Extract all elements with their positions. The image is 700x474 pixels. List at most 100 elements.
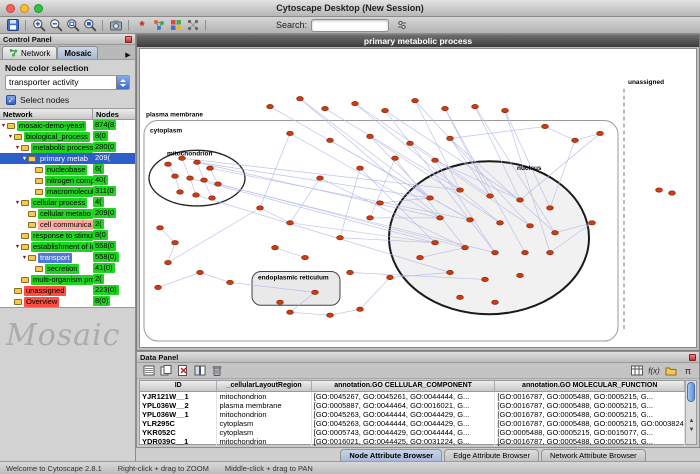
graph-node[interactable] bbox=[392, 156, 399, 160]
tree-row[interactable]: cell communica2( bbox=[0, 219, 135, 230]
graph-node[interactable] bbox=[207, 166, 214, 170]
graph-node[interactable] bbox=[157, 226, 164, 230]
graph-node[interactable] bbox=[457, 295, 464, 299]
vizmapper-icon[interactable] bbox=[167, 18, 184, 33]
pi-icon[interactable]: π bbox=[679, 363, 696, 378]
tree-row[interactable]: ▼biological_process8(0 bbox=[0, 131, 135, 142]
tree-expander-icon[interactable]: ▼ bbox=[21, 255, 28, 261]
graph-node[interactable] bbox=[552, 231, 559, 235]
tree-row[interactable]: ▼transport558(0) bbox=[0, 252, 135, 263]
graph-node[interactable] bbox=[357, 307, 364, 311]
graph-node[interactable] bbox=[215, 182, 222, 186]
tab-node-attribute-browser[interactable]: Node Attribute Browser bbox=[340, 449, 442, 461]
tree-expander-icon[interactable]: ▼ bbox=[7, 134, 14, 140]
tree-row[interactable]: ▼primary metab209( bbox=[0, 153, 135, 164]
graph-node[interactable] bbox=[432, 158, 439, 162]
graph-node[interactable] bbox=[547, 206, 554, 210]
scrollbar-thumb[interactable] bbox=[687, 382, 695, 402]
tab-overflow-arrow-icon[interactable] bbox=[123, 51, 133, 59]
layout-icon[interactable] bbox=[184, 18, 201, 33]
zoom-window-button[interactable] bbox=[34, 4, 43, 13]
graph-node[interactable] bbox=[432, 241, 439, 245]
table-column-header[interactable]: annotation.GO MOLECULAR_FUNCTION bbox=[495, 381, 685, 391]
graph-node[interactable] bbox=[447, 136, 454, 140]
table-scrollbar[interactable] bbox=[685, 381, 696, 444]
grid-icon[interactable] bbox=[628, 363, 645, 378]
graph-node[interactable] bbox=[517, 273, 524, 277]
tree-expander-icon[interactable]: ▼ bbox=[21, 156, 28, 162]
tree-row[interactable]: nitrogen compo40( bbox=[0, 175, 135, 186]
table-row[interactable]: YJR121W__1mitochondrion[GO:0045267, GO:0… bbox=[140, 392, 685, 401]
annotation-icon[interactable]: * bbox=[133, 18, 150, 33]
graph-node[interactable] bbox=[427, 196, 434, 200]
graph-node[interactable] bbox=[267, 104, 274, 108]
tree-row[interactable]: macromolecule311(0 bbox=[0, 186, 135, 197]
graph-node[interactable] bbox=[547, 250, 554, 254]
graph-node[interactable] bbox=[165, 260, 172, 264]
graph-node[interactable] bbox=[377, 201, 384, 205]
tree-row[interactable]: Overview8(0) bbox=[0, 296, 135, 307]
graph-node[interactable] bbox=[209, 196, 216, 200]
graph-node[interactable] bbox=[194, 160, 201, 164]
save-session-icon[interactable] bbox=[4, 18, 21, 33]
graph-node[interactable] bbox=[656, 188, 663, 192]
graph-node[interactable] bbox=[172, 174, 179, 178]
graph-node[interactable] bbox=[492, 250, 499, 254]
snapshot-icon[interactable] bbox=[107, 18, 124, 33]
tree-row[interactable]: ▼mosaic-demo-yeast874(8 bbox=[0, 120, 135, 131]
select-nodes-row[interactable]: Select nodes bbox=[0, 91, 135, 108]
tab-mosaic[interactable]: Mosaic bbox=[57, 46, 98, 59]
tree-row[interactable]: response to stimul8(0 bbox=[0, 230, 135, 241]
function-icon[interactable]: f(x) bbox=[645, 363, 662, 378]
scroll-down-icon[interactable] bbox=[686, 426, 697, 435]
network-view-title[interactable]: primary metabolic process bbox=[137, 35, 699, 47]
graph-node[interactable] bbox=[472, 104, 479, 108]
table-row[interactable]: YPL036W__1mitochondrion[GO:0045263, GO:0… bbox=[140, 410, 685, 419]
zoom-fit-icon[interactable] bbox=[81, 18, 98, 33]
tree-row[interactable]: nucleobase6( bbox=[0, 164, 135, 175]
network-canvas[interactable]: plasma membranecytoplasmmitochondrionnuc… bbox=[139, 48, 697, 348]
graph-node[interactable] bbox=[177, 190, 184, 194]
select-nodes-checkbox[interactable] bbox=[6, 95, 16, 105]
graph-node[interactable] bbox=[382, 108, 389, 112]
tab-network[interactable]: Network bbox=[2, 46, 57, 59]
tree-row[interactable]: cellular metabo209(0 bbox=[0, 208, 135, 219]
graph-node[interactable] bbox=[572, 138, 579, 142]
graph-node[interactable] bbox=[201, 178, 208, 182]
trash-icon[interactable] bbox=[208, 363, 225, 378]
network-overview-icon[interactable] bbox=[150, 18, 167, 33]
graph-node[interactable] bbox=[492, 300, 499, 304]
color-attribute-dropdown[interactable]: transporter activity bbox=[5, 75, 130, 90]
graph-node[interactable] bbox=[322, 106, 329, 110]
zoom-out-icon[interactable] bbox=[47, 18, 64, 33]
graph-node[interactable] bbox=[317, 176, 324, 180]
titlebar[interactable]: Cytoscape Desktop (New Session) bbox=[0, 0, 700, 17]
tree-expander-icon[interactable]: ▼ bbox=[14, 145, 21, 151]
copy-icon[interactable] bbox=[157, 363, 174, 378]
close-window-button[interactable] bbox=[6, 4, 15, 13]
graph-node[interactable] bbox=[367, 216, 374, 220]
tree-col-network[interactable]: Network bbox=[0, 109, 93, 119]
graph-node[interactable] bbox=[352, 101, 359, 105]
graph-node[interactable] bbox=[312, 290, 319, 294]
search-config-icon[interactable] bbox=[393, 18, 410, 33]
search-input[interactable] bbox=[311, 19, 389, 32]
zoom-in-icon[interactable] bbox=[30, 18, 47, 33]
graph-node[interactable] bbox=[597, 131, 604, 135]
graph-node[interactable] bbox=[155, 285, 162, 289]
graph-node[interactable] bbox=[277, 300, 284, 304]
graph-node[interactable] bbox=[387, 275, 394, 279]
graph-node[interactable] bbox=[482, 277, 489, 281]
graph-node[interactable] bbox=[447, 270, 454, 274]
graph-node[interactable] bbox=[287, 131, 294, 135]
graph-node[interactable] bbox=[542, 124, 549, 128]
graph-node[interactable] bbox=[172, 241, 179, 245]
graph-node[interactable] bbox=[227, 280, 234, 284]
tab-edge-attribute-browser[interactable]: Edge Attribute Browser bbox=[444, 449, 539, 461]
tree-row[interactable]: ▼cellular process4( bbox=[0, 197, 135, 208]
graph-node[interactable] bbox=[502, 108, 509, 112]
graph-node[interactable] bbox=[522, 250, 529, 254]
graph-node[interactable] bbox=[457, 188, 464, 192]
tree-row[interactable]: ▼establishment of lo558(0 bbox=[0, 241, 135, 252]
graph-node[interactable] bbox=[272, 245, 279, 249]
